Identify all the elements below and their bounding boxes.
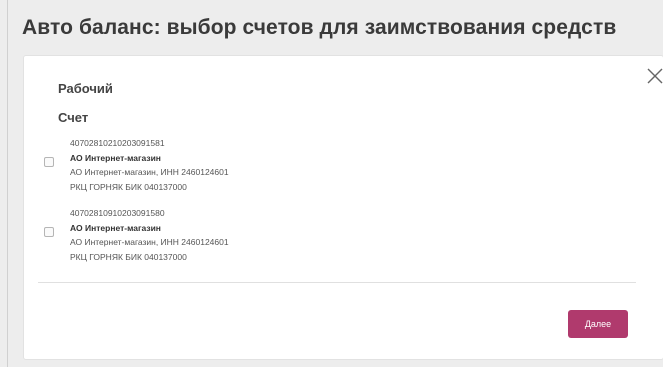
page-frame: Авто баланс: выбор счетов для заимствова… [7, 0, 663, 367]
account-selection-dialog: Рабочий Счет 40702810210203091581 АО Инт… [23, 55, 663, 360]
account-item: 40702810910203091580 АО Интернет-магазин… [44, 206, 344, 266]
account-details: АО Интернет-магазин, ИНН 2460124601 [70, 237, 229, 247]
divider [38, 282, 636, 283]
account-number: 40702810210203091581 [70, 138, 165, 148]
account-checkbox[interactable] [44, 157, 54, 167]
group-title: Рабочий [58, 81, 113, 96]
close-icon [647, 68, 663, 84]
account-number: 40702810910203091580 [70, 208, 165, 218]
close-button[interactable] [644, 65, 663, 87]
next-button[interactable]: Далее [568, 310, 628, 338]
account-bank: РКЦ ГОРНЯК БИК 040137000 [70, 181, 187, 192]
account-item: 40702810210203091581 АО Интернет-магазин… [44, 136, 344, 196]
account-bank: РКЦ ГОРНЯК БИК 040137000 [70, 251, 187, 262]
account-name: АО Интернет-магазин [70, 152, 161, 163]
account-details: АО Интернет-магазин, ИНН 2460124601 [70, 167, 229, 177]
page-title: Авто баланс: выбор счетов для заимствова… [22, 16, 617, 39]
account-name: АО Интернет-магазин [70, 222, 161, 233]
account-list-title: Счет [58, 110, 89, 125]
account-checkbox[interactable] [44, 227, 54, 237]
